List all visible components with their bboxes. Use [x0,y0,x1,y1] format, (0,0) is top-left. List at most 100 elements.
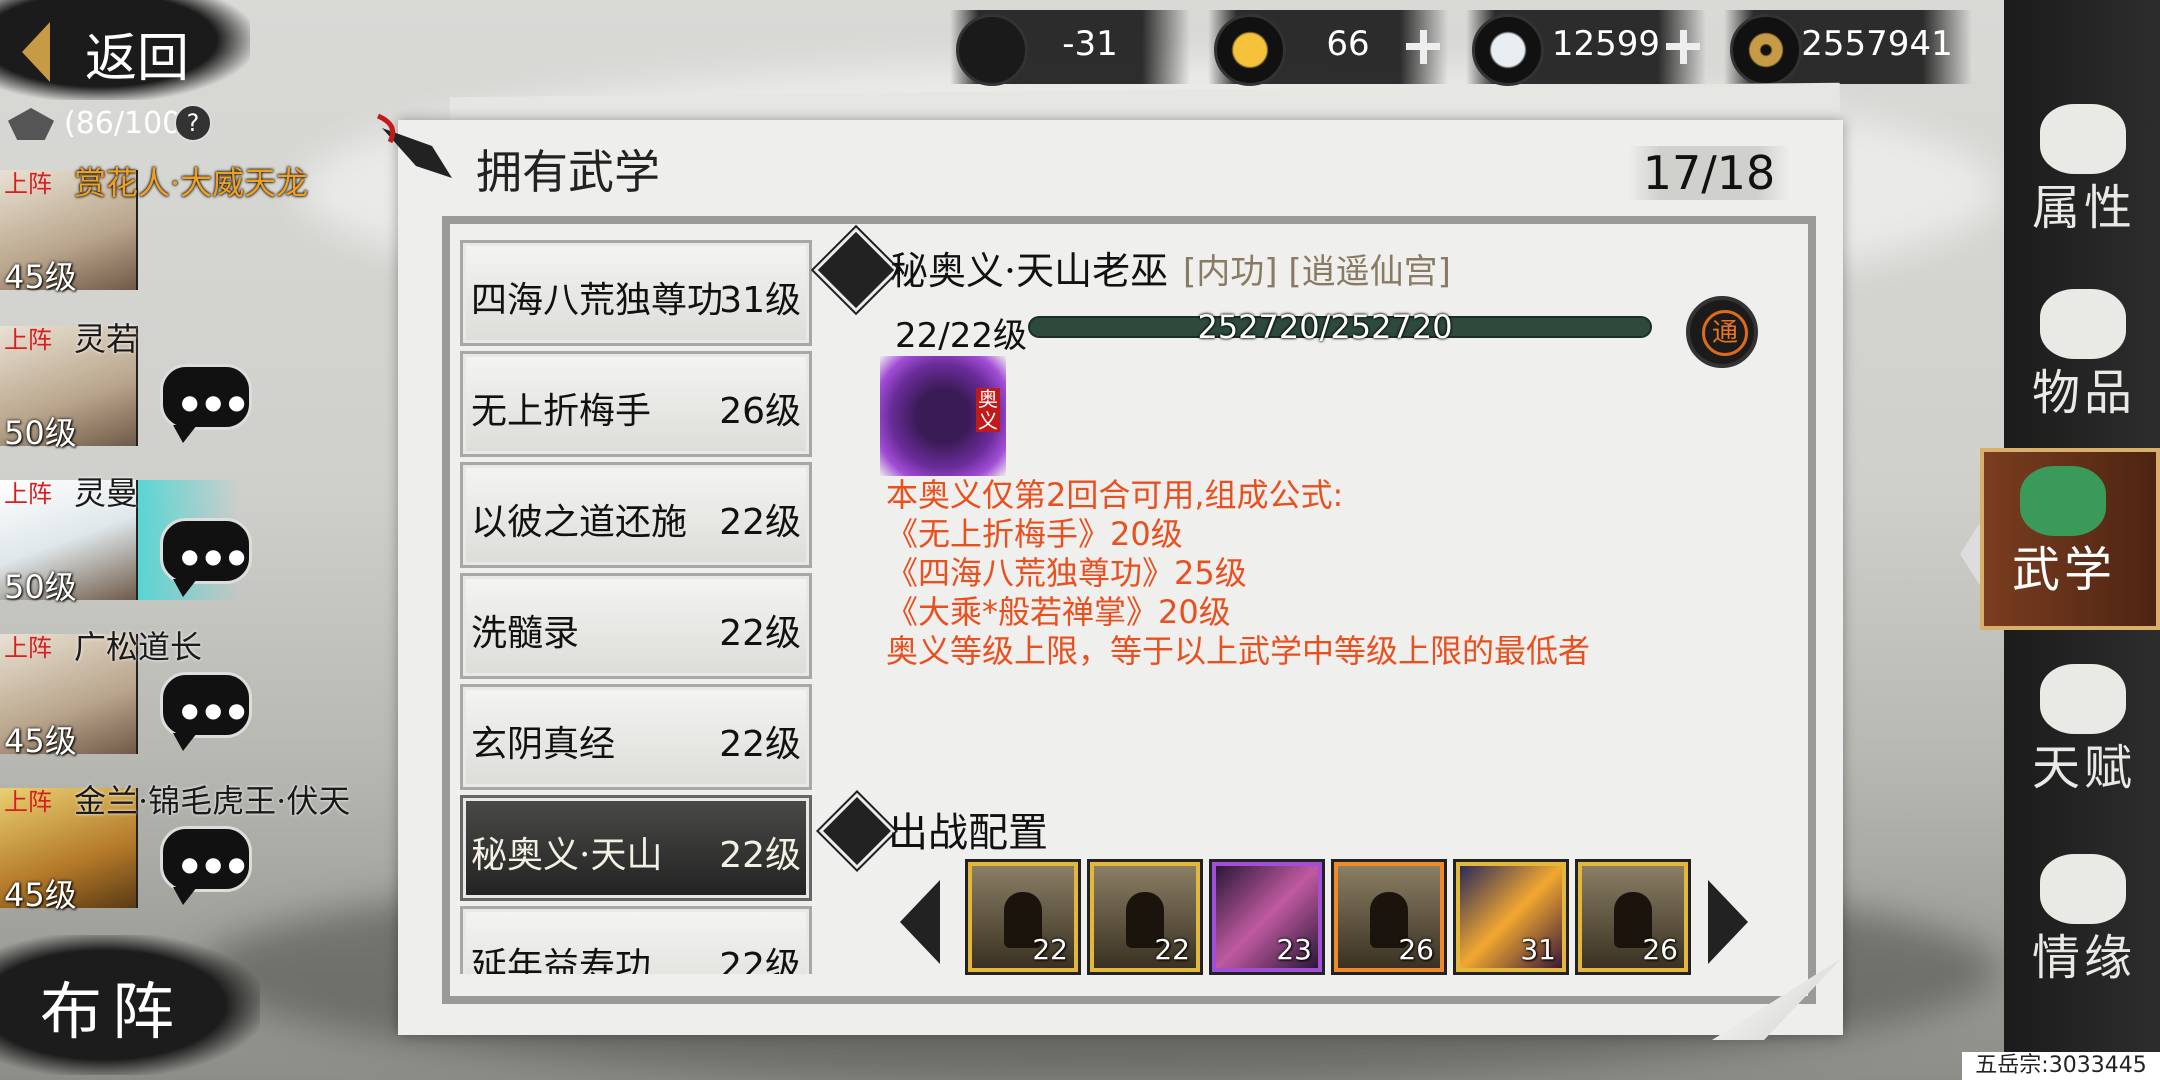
hero-level: 45级 [4,258,77,296]
back-button[interactable]: 返回 [0,0,250,100]
formation-button[interactable]: 布阵 [0,935,260,1075]
formation-label: 布阵 [40,975,185,1048]
hero-card[interactable]: 上阵 金兰·锦毛虎王·伏天 45级 ●●● [0,758,400,914]
resource-value: -31 [1062,24,1118,64]
martial-count: 17/18 [1628,146,1790,200]
martial-level: 22级 [719,946,801,974]
martial-level: 22级 [719,724,801,765]
chat-bubble-icon[interactable]: ●●● [160,826,252,905]
heart-icon [2040,854,2126,924]
nav-affinity[interactable]: 情缘 [2004,840,2160,1010]
martial-level: 22级 [719,835,801,876]
guild-id: 五岳宗:3033445 [1962,1052,2160,1080]
add-silver-button[interactable] [1666,30,1700,64]
martial-detail-name: 秘奥义·天山老巫 [890,249,1169,293]
prev-arrow-icon[interactable] [900,880,940,964]
slot-level: 22 [1032,933,1068,966]
martial-name: 洗髓录 [471,613,580,654]
martial-level: 26级 [719,391,801,432]
nav-items[interactable]: 物品 [2004,275,2160,445]
hero-name: 灵曼 [74,474,139,512]
gold-bar-icon [1214,14,1286,86]
resource-silver: 12599 [1466,10,1706,86]
martial-level: 31级 [719,280,801,321]
hero-level: 50级 [4,568,77,606]
skill-slot[interactable]: 31 [1456,862,1566,972]
battle-config-title: 出战配置 [888,810,1048,856]
talent-icon [2040,664,2126,734]
slot-level: 26 [1398,933,1434,966]
list-item[interactable]: 无上折梅手 26级 [460,351,812,457]
hero-name: 灵若 [74,320,139,358]
nav-label: 属性 [2032,180,2137,236]
silver-ingot-icon [1472,14,1544,86]
skill-slot[interactable]: 26 [1334,862,1444,972]
panel-title: 拥有武学 [476,145,660,199]
hero-level: 50级 [4,414,77,452]
list-item[interactable]: 洗髓录 22级 [460,573,812,679]
nav-talent[interactable]: 天赋 [2004,650,2160,820]
martial-description: 本奥义仅第2回合可用,组成公式: 《无上折梅手》20级 《四海八荒独尊功》25级… [886,476,1591,670]
hero-card-selected[interactable]: 上阵 灵曼 50级 ●●● [0,450,400,606]
capacity-text: (86/100 [64,106,182,141]
list-item[interactable]: 四海八荒独尊功 31级 [460,240,812,346]
hero-name: 赏花人·大威天龙 [74,164,309,202]
resource-cart: -31 [950,10,1190,86]
dart-icon [376,113,452,178]
hero-card[interactable]: 上阵 灵若 50级 ●●● [0,296,400,452]
hero-card[interactable]: 上阵 广松道长 45级 ●●● [0,604,400,760]
add-gold-button[interactable] [1406,30,1440,64]
resource-gold: 66 [1208,10,1448,86]
martial-name: 四海八荒独尊功 [471,280,724,321]
hero-name: 广松道长 [74,628,203,666]
slot-level: 23 [1276,933,1312,966]
hero-roster: (86/100 ? 上阵 赏花人·大威天龙 45级 上阵 灵若 50级 ●●● … [0,98,400,928]
martial-name: 无上折梅手 [471,391,652,432]
slot-level: 22 [1154,933,1190,966]
martial-name: 以彼之道还施 [471,502,688,543]
skill-slot[interactable]: 23 [1212,862,1322,972]
ultimate-badge: 奥义 [976,387,1000,433]
next-arrow-icon[interactable] [1708,880,1748,964]
martial-name: 玄阴真经 [471,724,616,765]
nav-martial-arts[interactable]: 武学 [1980,448,2160,630]
hero-card[interactable]: 上阵 赏花人·大威天龙 45级 [0,140,400,296]
chat-bubble-icon[interactable]: ●●● [160,518,252,597]
chat-bubble-icon[interactable]: ●●● [160,672,252,751]
martial-book-icon [2020,466,2106,536]
resource-value: 2557941 [1801,24,1953,64]
martial-level: 22级 [719,502,801,543]
martial-name: 秘奥义·天山 [471,835,663,876]
resource-value: 66 [1326,24,1370,64]
skill-slot[interactable]: 22 [1090,862,1200,972]
deployed-tag: 上阵 [4,480,52,508]
slot-level: 31 [1520,933,1556,966]
deployed-tag: 上阵 [4,788,52,816]
item-box-icon [2040,289,2126,359]
resource-coin: 2557941 [1724,10,1972,86]
back-label: 返回 [85,29,190,89]
list-item-selected[interactable]: 秘奥义·天山 22级 [460,795,812,901]
list-item[interactable]: 延年益寿功 22级 [460,906,812,974]
martial-arts-list[interactable]: 四海八荒独尊功 31级 无上折梅手 26级 以彼之道还施 22级 洗髓录 22级… [456,230,826,974]
help-button[interactable]: ? [174,104,212,142]
martial-level: 22级 [719,613,801,654]
hero-level: 45级 [4,876,77,914]
chat-bubble-icon[interactable]: ●●● [160,364,252,443]
back-arrow-icon [22,22,50,82]
hero-name: 金兰·锦毛虎王·伏天 [74,782,351,820]
nav-label: 天赋 [2032,740,2137,796]
skill-slot[interactable]: 22 [968,862,1078,972]
resource-value: 12599 [1551,24,1661,64]
slot-level: 26 [1642,933,1678,966]
exp-text: 252720/252720 [1197,308,1453,346]
list-item[interactable]: 以彼之道还施 22级 [460,462,812,568]
list-item[interactable]: 玄阴真经 22级 [460,684,812,790]
mastery-badge[interactable]: 通 [1686,296,1758,368]
deployed-tag: 上阵 [4,634,52,662]
nav-attributes[interactable]: 属性 [2004,90,2160,260]
martial-name: 延年益寿功 [471,946,652,974]
skill-icon[interactable]: 奥义 [880,356,1006,476]
helmet-icon [8,108,54,140]
skill-slot[interactable]: 26 [1578,862,1688,972]
